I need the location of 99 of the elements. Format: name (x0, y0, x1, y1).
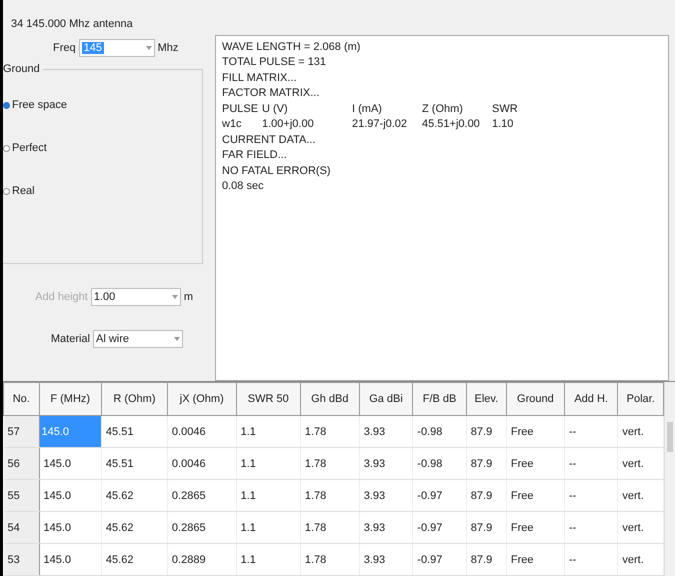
column-header[interactable]: F (MHz) (39, 382, 102, 416)
table-cell[interactable]: 0.2865 (167, 512, 236, 544)
output-text: w1c (222, 117, 243, 132)
table-cell[interactable]: 3.93 (359, 416, 413, 448)
caret-icon[interactable] (146, 46, 152, 50)
column-header[interactable]: Ground (506, 382, 564, 416)
group-title: Ground (3, 62, 43, 75)
scrollbar[interactable] (664, 382, 675, 576)
output-text: FACTOR MATRIX... (222, 87, 320, 100)
table-cell[interactable]: -- (564, 544, 618, 576)
table-cell[interactable]: 45.51 (101, 448, 168, 480)
table-cell[interactable]: 45.51 (101, 416, 168, 448)
column-header[interactable]: Ga dBi (359, 382, 413, 416)
column-header[interactable]: Add H. (564, 382, 618, 416)
column-header[interactable]: R (Ohm) (101, 382, 168, 416)
row-header[interactable]: 57 (4, 416, 39, 448)
table-cell[interactable]: -0.97 (412, 512, 466, 544)
table-cell[interactable]: 1.78 (300, 416, 360, 448)
table-cell[interactable]: 1.1 (236, 544, 300, 576)
table-cell[interactable]: 3.93 (359, 512, 413, 544)
table-cell[interactable]: 45.62 (101, 512, 168, 544)
add-height-label: Add height (35, 290, 88, 303)
output-text: PULSE (222, 102, 260, 117)
radio-option[interactable]: Free space (3, 84, 202, 127)
radio-option[interactable]: Real (3, 170, 202, 213)
table-cell[interactable]: 45.62 (101, 480, 168, 512)
table-cell[interactable]: 1.1 (236, 416, 300, 448)
table-cell[interactable]: 87.9 (466, 512, 506, 544)
column-header[interactable]: Elev. (466, 382, 506, 416)
table-cell[interactable]: 1.78 (300, 512, 360, 544)
table-cell[interactable]: 1.78 (300, 480, 360, 512)
output-text: 0.08 sec (222, 180, 264, 192)
row-header[interactable]: 54 (4, 512, 39, 544)
row-header[interactable]: 53 (4, 544, 39, 576)
table-cell[interactable]: 87.9 (466, 448, 506, 480)
table-cell[interactable]: 45.62 (101, 544, 168, 576)
table-cell[interactable]: 145.0 (39, 480, 102, 512)
output-text: SWR (492, 102, 519, 117)
table-cell[interactable]: 1.1 (236, 448, 300, 480)
row-header[interactable]: 55 (4, 480, 39, 512)
column-header[interactable]: Polar. (618, 382, 664, 416)
unit-label: m (184, 290, 193, 303)
table-cell[interactable]: -- (564, 416, 618, 448)
table-cell[interactable]: Free (506, 416, 564, 448)
freq-label: Freq (53, 42, 76, 54)
table-cell[interactable]: 0.2865 (167, 480, 236, 512)
table-cell[interactable]: 3.93 (359, 544, 413, 576)
table-cell[interactable]: 145.0 (39, 448, 102, 480)
column-header[interactable]: F/B dB (412, 382, 466, 416)
table-cell[interactable]: -- (564, 448, 618, 480)
table-cell[interactable]: 0.2889 (167, 544, 236, 576)
output-text: NO FATAL ERROR(S) (222, 164, 331, 177)
output-text: CURRENT DATA... (222, 134, 316, 146)
output-text: 45.51+j0.00 (422, 117, 481, 132)
output-text: WAVE LENGTH = 2.068 (m) (222, 40, 360, 53)
table-cell[interactable]: -0.98 (412, 448, 466, 480)
output-text: FILL MATRIX... (222, 72, 297, 84)
table-cell[interactable]: 87.9 (466, 416, 506, 448)
caret-icon[interactable] (174, 336, 180, 341)
table-cell[interactable]: 3.93 (359, 480, 413, 512)
column-header[interactable]: SWR 50 (236, 382, 300, 416)
table-cell[interactable]: 1.78 (300, 544, 360, 576)
material-label: Material (50, 332, 90, 345)
column-header[interactable]: No. (4, 382, 39, 416)
radio-option[interactable]: Perfect (3, 126, 202, 170)
table-cell[interactable]: 1.1 (236, 480, 300, 512)
output-text: 21.97-j0.02 (352, 117, 408, 132)
table-cell[interactable]: 145.0 (39, 512, 102, 544)
table-cell[interactable]: -0.98 (412, 416, 466, 448)
window-title: 34 145.000 Mhz antenna (10, 17, 134, 32)
unit-label: Mhz (158, 42, 178, 54)
output-text: FAR FIELD... (222, 149, 287, 162)
output-text: 1.00+j0.00 (262, 117, 315, 132)
table-cell[interactable]: Free (506, 512, 564, 544)
table-cell[interactable]: -0.97 (412, 480, 466, 512)
table-cell[interactable]: -- (564, 512, 618, 544)
output-text: Z (Ohm) (422, 102, 464, 117)
output-text: I (mA) (352, 102, 383, 117)
caret-icon[interactable] (172, 294, 178, 299)
table-cell[interactable]: 3.93 (359, 448, 413, 480)
table-cell[interactable]: 87.9 (466, 544, 506, 576)
table-cell[interactable]: 145.0 (39, 544, 102, 576)
table-cell[interactable]: 87.9 (466, 480, 506, 512)
table-cell[interactable]: Free (506, 448, 564, 480)
table-cell[interactable]: Free (506, 480, 564, 512)
row-header[interactable]: 56 (4, 448, 39, 480)
output-text: TOTAL PULSE = 131 (222, 56, 326, 68)
output-text: U (V) (262, 102, 289, 117)
output-text: 1.10 (492, 117, 514, 132)
material-dropdown[interactable]: Al wire (93, 330, 183, 348)
table-cell[interactable]: 0.0046 (167, 448, 236, 480)
table-cell[interactable]: 1.78 (300, 448, 360, 480)
column-header[interactable]: jX (Ohm) (167, 382, 236, 416)
table-cell[interactable]: 1.1 (236, 512, 300, 544)
table-cell[interactable]: Free (506, 544, 564, 576)
table-cell[interactable]: -0.97 (412, 544, 466, 576)
table-cell[interactable]: 0.0046 (167, 416, 236, 448)
column-header[interactable]: Gh dBd (300, 382, 360, 416)
table-cell[interactable]: -- (564, 480, 618, 512)
